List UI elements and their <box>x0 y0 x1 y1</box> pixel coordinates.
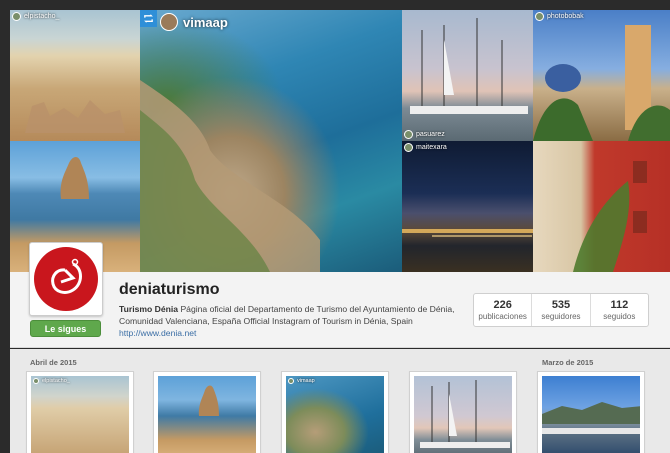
photo-user-tag-large[interactable]: vimaap <box>160 13 228 31</box>
brand-logo-icon <box>34 247 98 311</box>
facade-shape <box>573 161 647 272</box>
sailboats-shape <box>410 18 528 114</box>
mosaic-photo-night[interactable]: maitexara <box>402 141 533 272</box>
user-avatar <box>33 378 39 384</box>
follow-button[interactable]: Le sigues <box>30 320 101 337</box>
rock-shape <box>60 157 89 199</box>
stat-label: publicaciones <box>478 312 527 321</box>
night-lights-shape <box>402 229 533 237</box>
photo-user-tag[interactable]: pasuarez <box>404 130 445 139</box>
photo-user-tag[interactable]: photobobak <box>535 12 584 21</box>
user-avatar <box>288 378 294 384</box>
mosaic-photo-facade[interactable] <box>533 141 670 272</box>
stat-value: 112 <box>610 299 629 311</box>
feed-thumb[interactable] <box>409 371 517 453</box>
cliff-shape <box>140 80 320 272</box>
month-label: Abril de 2015 <box>30 358 77 367</box>
profile-avatar[interactable] <box>29 242 103 316</box>
header-mosaic: elpistacho_ vimaap pasuarez photobobak m… <box>10 10 670 272</box>
photo-user-tag[interactable]: elpistacho_ <box>33 378 70 384</box>
profile-page: elpistacho_ vimaap pasuarez photobobak m… <box>0 0 670 453</box>
user-avatar <box>404 130 413 139</box>
user-avatar <box>404 143 413 152</box>
stat-value: 226 <box>493 299 512 311</box>
profile-website-link[interactable]: http://www.denia.net <box>119 327 464 339</box>
photo-feed: Abril de 2015 Marzo de 2015 elpistacho_ <box>10 349 670 453</box>
profile-bio: Turismo Dénia Página oficial del Departa… <box>119 303 464 339</box>
repost-icon <box>140 10 157 27</box>
church-shape <box>533 25 670 141</box>
stat-value: 535 <box>551 299 571 311</box>
marina-shape <box>542 402 640 434</box>
stat-label: seguidos <box>603 312 636 321</box>
feed-thumb[interactable] <box>537 371 645 453</box>
photo-user-tag[interactable]: elpistacho_ <box>12 12 59 21</box>
mosaic-photo-feature-coast[interactable]: vimaap <box>140 10 402 272</box>
feed-thumb[interactable]: elpistacho_ <box>26 371 134 453</box>
feed-thumb[interactable] <box>153 371 261 453</box>
stat-posts[interactable]: 226 publicaciones <box>474 294 533 326</box>
profile-username: deniaturismo <box>119 281 220 298</box>
profile-stats: 226 publicaciones 535 seguidores 112 seg… <box>473 293 649 327</box>
user-avatar <box>535 12 544 21</box>
sandcastle-shape <box>25 100 125 133</box>
mosaic-photo-church[interactable]: photobobak <box>533 10 670 141</box>
mosaic-photo-harbor[interactable]: pasuarez <box>402 10 533 141</box>
profile-display-name: Turismo Dénia <box>119 304 179 314</box>
stat-label: seguidores <box>541 312 581 321</box>
stat-following[interactable]: 112 seguidos <box>591 294 648 326</box>
profile-card: Le sigues deniaturismo Turismo Dénia Pág… <box>10 242 670 348</box>
stat-followers[interactable]: 535 seguidores <box>532 294 591 326</box>
photo-user-tag[interactable]: vimaap <box>288 378 315 384</box>
rock-shape <box>198 385 219 416</box>
user-avatar <box>160 13 178 31</box>
month-label: Marzo de 2015 <box>542 358 594 367</box>
sailboats-shape <box>420 380 510 448</box>
mosaic-photo-sandcastle[interactable]: elpistacho_ <box>10 10 140 141</box>
photo-user-tag[interactable]: maitexara <box>404 143 447 152</box>
feed-thumb[interactable]: vimaap <box>281 371 389 453</box>
user-avatar <box>12 12 21 21</box>
